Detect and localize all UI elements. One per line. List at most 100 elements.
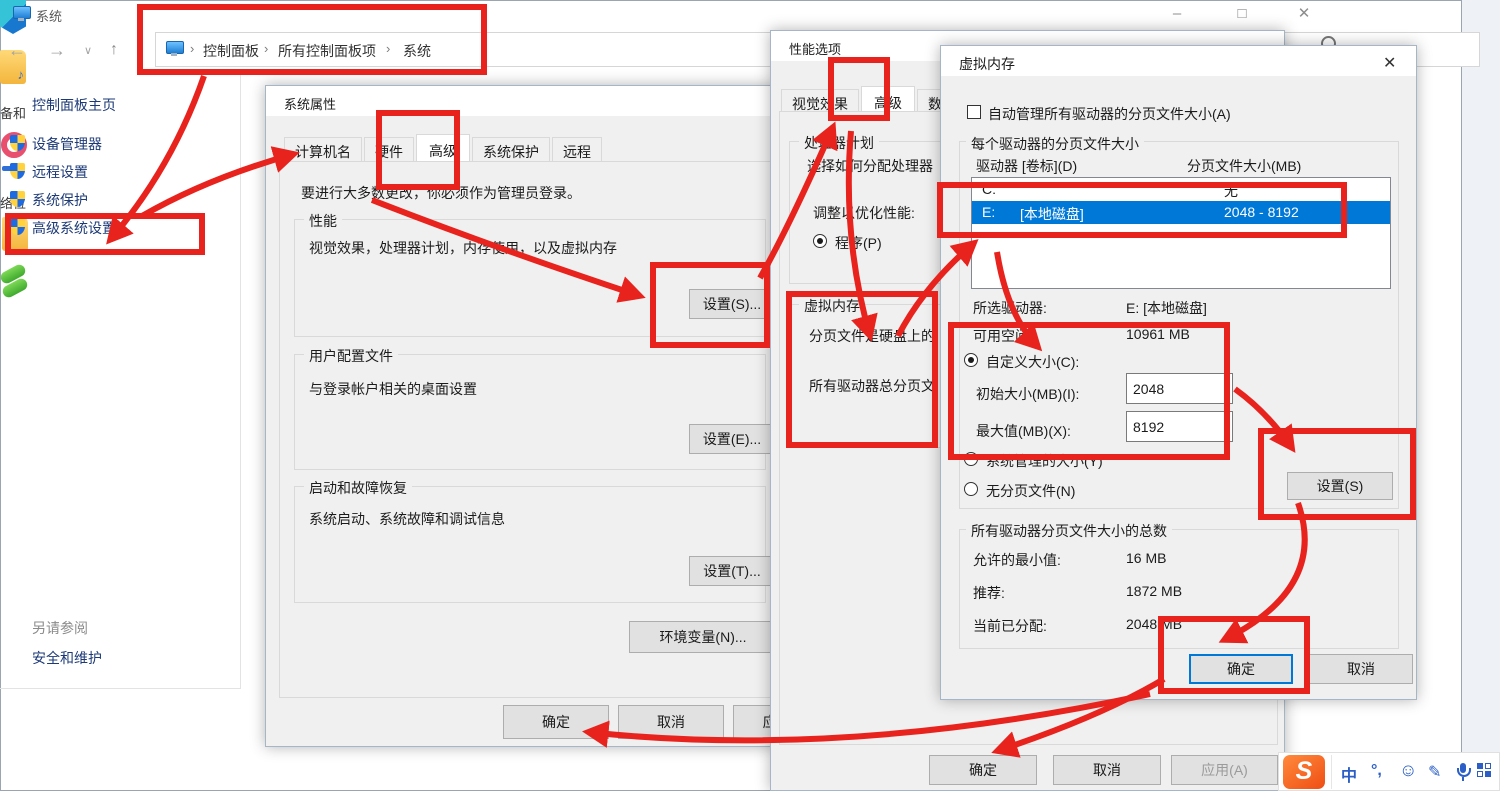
ime-toolbar: S 中 °, ☺ ✎ (1278, 752, 1500, 791)
history-dropdown-icon[interactable]: ∨ (84, 44, 92, 57)
total-paging-desc: 所有驱动器总分页文 (809, 376, 935, 396)
close-icon[interactable]: ✕ (1383, 53, 1396, 73)
startup-recovery-settings-button[interactable]: 设置(T)... (689, 556, 775, 586)
cancel-button[interactable]: 取消 (1309, 654, 1413, 684)
min-allowed-value: 16 MB (1126, 550, 1166, 566)
allocated-value: 2048 MB (1126, 616, 1182, 632)
totals-group-label: 所有驱动器分页文件大小的总数 (966, 521, 1172, 541)
ime-language-toggle[interactable]: 中 (1341, 762, 1357, 786)
custom-size-radio[interactable] (964, 353, 978, 367)
initial-size-label: 初始大小(MB)(I): (976, 384, 1079, 404)
drive-list[interactable]: C: 无 E: [本地磁盘] 2048 - 8192 (971, 177, 1391, 289)
performance-group (294, 219, 766, 337)
dialog-title: 虚拟内存 (959, 54, 1015, 74)
drive-row-e-selected[interactable]: E: [本地磁盘] 2048 - 8192 (972, 201, 1390, 224)
sidebar: 控制面板主页 设备管理器 远程设置 系统保护 高级系统设置 另请参阅 安全和维护 (0, 75, 241, 689)
virtual-memory-dialog: 虚拟内存 ✕ 自动管理所有驱动器的分页文件大小(A) 每个驱动器的分页文件大小 … (940, 45, 1417, 700)
programs-radio[interactable] (813, 234, 827, 248)
minimize-button[interactable]: – (1160, 2, 1194, 26)
uac-shield-icon (10, 163, 25, 179)
recommended-label: 推荐: (973, 583, 1005, 603)
sidebar-link-security-maintenance[interactable]: 安全和维护 (32, 648, 102, 668)
breadcrumb-item-all-items[interactable]: 所有控制面板项 (278, 41, 376, 61)
performance-settings-button[interactable]: 设置(S)... (689, 289, 775, 319)
virtual-memory-titlebar: 虚拟内存 (941, 46, 1416, 76)
recommended-value: 1872 MB (1126, 583, 1182, 599)
breadcrumb-separator: › (386, 41, 390, 56)
breadcrumb-item-control-panel[interactable]: 控制面板 (203, 41, 259, 61)
drive-column-header: 驱动器 [卷标](D) (976, 156, 1077, 176)
set-button[interactable]: 设置(S) (1287, 472, 1393, 500)
startup-recovery-desc: 系统启动、系统故障和调试信息 (309, 509, 505, 529)
cancel-button[interactable]: 取消 (1053, 755, 1161, 785)
auto-manage-checkbox[interactable] (967, 105, 981, 119)
user-profiles-group-label: 用户配置文件 (304, 346, 398, 366)
ok-button[interactable]: 确定 (1189, 654, 1293, 684)
uac-shield-icon (10, 135, 25, 151)
system-managed-radio[interactable] (964, 452, 978, 466)
processor-desc: 选择如何分配处理器 (807, 156, 933, 176)
forward-icon[interactable]: → (48, 40, 66, 61)
user-profiles-desc: 与登录帐户相关的桌面设置 (309, 379, 477, 399)
virtual-memory-group-label: 虚拟内存 (799, 296, 865, 316)
no-paging-label: 无分页文件(N) (986, 481, 1075, 501)
drive-size: 2048 - 8192 (1224, 204, 1299, 220)
performance-group-label: 性能 (304, 211, 342, 231)
sidebar-item-device-manager[interactable]: 设备管理器 (32, 134, 102, 154)
dialog-title: 性能选项 (789, 39, 841, 58)
free-space-label: 可用空间: (973, 326, 1033, 346)
adjust-for-label: 调整以优化性能: (813, 203, 915, 223)
maximize-button[interactable]: □ (1225, 2, 1259, 26)
sidebar-item-home[interactable]: 控制面板主页 (32, 95, 116, 115)
uac-shield-icon (10, 191, 25, 207)
breadcrumb-item-system[interactable]: 系统 (403, 41, 431, 61)
sidebar-item-system-protection[interactable]: 系统保护 (32, 190, 88, 210)
ime-emoji-icon[interactable]: ☺ (1399, 760, 1417, 781)
uac-shield-icon (10, 219, 25, 235)
up-icon[interactable]: ↑ (110, 41, 118, 59)
drive-size: 无 (1224, 181, 1238, 201)
admin-note: 要进行大多数更改，你必须作为管理员登录。 (301, 183, 581, 203)
sidebar-item-remote-settings[interactable]: 远程设置 (32, 162, 88, 182)
environment-variables-button[interactable]: 环境变量(N)... (629, 621, 777, 653)
max-size-input[interactable] (1126, 411, 1233, 442)
paging-file-desc: 分页文件是硬盘上的 (809, 326, 935, 346)
initial-size-input[interactable] (1126, 373, 1233, 404)
processor-scheduling-label: 处理器计划 (799, 133, 879, 153)
window-title: 系统 (36, 6, 62, 25)
close-button[interactable]: ✕ (1287, 2, 1321, 26)
cancel-button[interactable]: 取消 (618, 705, 724, 739)
sogou-logo-icon[interactable]: S (1283, 755, 1325, 789)
breadcrumb-separator: › (264, 41, 268, 56)
ime-divider (1331, 755, 1332, 789)
screen: ♪ 备和 络位 系统 – □ ✕ ← → ∨ ↑ › 控制面板 › 所有控制面板… (0, 0, 1500, 791)
free-space-value: 10961 MB (1126, 326, 1190, 342)
custom-size-label: 自定义大小(C): (986, 352, 1079, 372)
ime-keyboard-grid-icon[interactable] (1477, 763, 1492, 778)
drive-letter: C: (982, 181, 996, 197)
allocated-label: 当前已分配: (973, 616, 1047, 636)
drive-label: [本地磁盘] (1020, 204, 1084, 224)
drive-letter: E: (982, 204, 995, 220)
system-properties-titlebar: 系统属性 (266, 86, 776, 116)
back-icon[interactable]: ← (8, 40, 26, 61)
ime-microphone-icon[interactable] (1456, 763, 1470, 781)
ok-button[interactable]: 确定 (503, 705, 609, 739)
programs-radio-label: 程序(P) (835, 233, 882, 253)
breadcrumb-separator: › (190, 41, 194, 56)
ok-button[interactable]: 确定 (929, 755, 1037, 785)
per-drive-group-label: 每个驱动器的分页文件大小 (966, 134, 1144, 154)
system-managed-label: 系统管理的大小(Y) (986, 451, 1103, 471)
size-column-header: 分页文件大小(MB) (1187, 156, 1301, 176)
sidebar-item-advanced-system-settings[interactable]: 高级系统设置 (32, 218, 116, 238)
drive-row-c[interactable]: C: 无 (972, 178, 1390, 201)
dialog-title: 系统属性 (284, 94, 336, 113)
see-also-heading: 另请参阅 (32, 618, 88, 638)
selected-drive-value: E: [本地磁盘] (1126, 298, 1207, 318)
system-properties-dialog: 系统属性 计算机名 硬件 高级 系统保护 远程 要进行大多数更改，你必须作为管理… (265, 85, 777, 747)
no-paging-radio[interactable] (964, 482, 978, 496)
ime-pencil-icon[interactable]: ✎ (1428, 762, 1441, 782)
startup-recovery-group-label: 启动和故障恢复 (304, 478, 412, 498)
user-profiles-settings-button[interactable]: 设置(E)... (689, 424, 775, 454)
ime-punctuation-icon[interactable]: °, (1371, 762, 1382, 780)
